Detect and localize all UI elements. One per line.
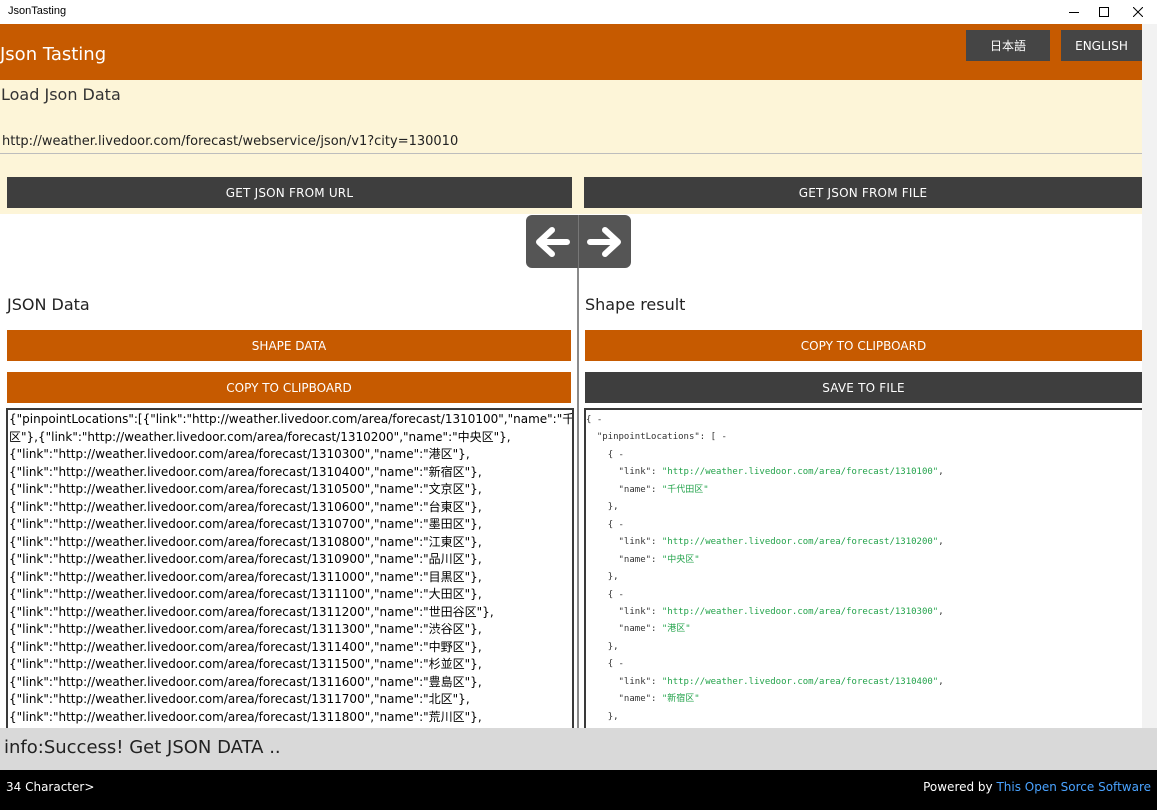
- shape-result-view[interactable]: { - "pinpointLocations": [ - { - "link":…: [584, 408, 1142, 730]
- url-input[interactable]: [0, 130, 1142, 154]
- status-bar: info:Success! Get JSON DATA ..: [0, 728, 1157, 770]
- arrow-left-button[interactable]: [526, 215, 578, 268]
- character-count: 34 Character>: [6, 780, 95, 794]
- get-json-from-file-button[interactable]: GET JSON FROM FILE: [584, 177, 1142, 208]
- minimize-icon: [1069, 12, 1079, 13]
- copy-result-to-clipboard-button[interactable]: COPY TO CLIPBOARD: [585, 330, 1142, 361]
- panel-arrow-toggle: [526, 215, 631, 268]
- copy-json-to-clipboard-button[interactable]: COPY TO CLIPBOARD: [7, 372, 571, 403]
- app-header: Json Tasting 日本語 ENGLISH: [0, 24, 1157, 80]
- maximize-icon: [1099, 7, 1109, 17]
- save-to-file-button[interactable]: SAVE TO FILE: [585, 372, 1142, 403]
- page-scrollbar[interactable]: [1142, 24, 1157, 729]
- json-data-textarea[interactable]: {"pinpointLocations":[{"link":"http://we…: [6, 408, 574, 730]
- json-data-title: JSON Data: [7, 295, 90, 314]
- japanese-language-button[interactable]: 日本語: [966, 30, 1050, 61]
- shape-result-title: Shape result: [585, 295, 686, 314]
- maximize-button[interactable]: [1087, 0, 1121, 24]
- app-title: Json Tasting: [0, 44, 107, 65]
- panel-splitter[interactable]: [577, 268, 579, 730]
- load-json-heading: Load Json Data: [1, 85, 121, 104]
- minimize-button[interactable]: [1057, 0, 1091, 24]
- arrow-right-icon: [587, 226, 621, 257]
- shape-result-tree: { - "pinpointLocations": [ - { - "link":…: [586, 415, 944, 722]
- powered-by: Powered by This Open Sorce Software: [923, 780, 1151, 794]
- json-data-text: {"pinpointLocations":[{"link":"http://we…: [9, 412, 574, 724]
- get-json-from-url-button[interactable]: GET JSON FROM URL: [7, 177, 572, 208]
- window-titlebar: JsonTasting: [0, 0, 1157, 24]
- status-message: info:Success! Get JSON DATA ..: [4, 737, 281, 758]
- open-source-link[interactable]: This Open Sorce Software: [996, 780, 1151, 794]
- close-button[interactable]: [1121, 0, 1155, 24]
- footer-bar: 34 Character> Powered by This Open Sorce…: [0, 770, 1157, 810]
- shape-data-button[interactable]: SHAPE DATA: [7, 330, 571, 361]
- arrow-right-button[interactable]: [579, 215, 631, 268]
- close-icon: [1133, 7, 1143, 17]
- powered-by-label: Powered by: [923, 780, 997, 794]
- english-language-button[interactable]: ENGLISH: [1061, 30, 1142, 61]
- window-title: JsonTasting: [8, 5, 67, 17]
- arrow-left-icon: [536, 226, 570, 257]
- load-json-panel: Load Json Data GET JSON FROM URL GET JSO…: [0, 80, 1142, 214]
